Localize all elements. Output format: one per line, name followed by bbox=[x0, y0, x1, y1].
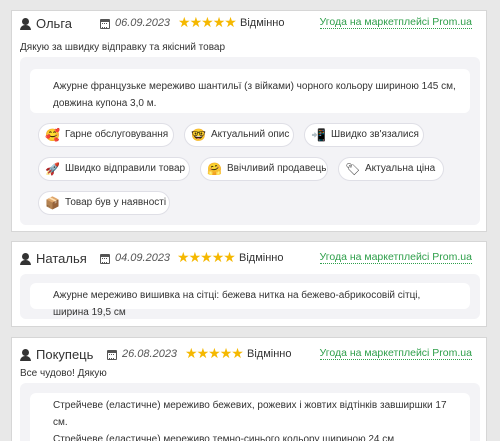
user-icon bbox=[20, 349, 31, 361]
star-icon: ★ bbox=[211, 249, 225, 265]
review-header: Ольга 06.09.2023 ★★★★★ Відмінно Угода на… bbox=[20, 11, 480, 35]
product-item[interactable]: Ажурне мереживо вишивка на сітці: бежева… bbox=[30, 283, 470, 318]
rating-text: Відмінно bbox=[247, 348, 292, 360]
star-icon: ★ bbox=[177, 249, 190, 265]
star-icon: ★ bbox=[178, 14, 191, 30]
review-date: 04.09.2023 bbox=[115, 252, 171, 264]
rating-text: Відмінно bbox=[239, 252, 284, 264]
marketplace-deal-link[interactable]: Угода на маркетплейсі Prom.ua bbox=[319, 17, 472, 29]
review-comment: Все чудово! Дякую bbox=[20, 368, 107, 379]
review-date: 06.09.2023 bbox=[115, 17, 171, 29]
review-header: Покупець 26.08.2023 ★★★★★ Відмінно Угода… bbox=[20, 342, 480, 366]
star-icon: ★ bbox=[231, 345, 244, 361]
review-tag: 🥰 Гарне обслуговування bbox=[38, 123, 174, 147]
marketplace-deal-link[interactable]: Угода на маркетплейсі Prom.ua bbox=[319, 252, 472, 264]
rating-stars: ★★★★★ bbox=[185, 345, 244, 362]
tag-label: Швидко зв'язалися bbox=[331, 129, 419, 140]
review-date: 26.08.2023 bbox=[122, 348, 178, 360]
star-icon: ★ bbox=[224, 14, 237, 30]
review-tag: 🤗 Ввічливий продавець bbox=[200, 157, 328, 181]
star-icon: ★ bbox=[223, 249, 236, 265]
rating-stars: ★★★★★ bbox=[177, 249, 236, 266]
star-icon: ★ bbox=[185, 345, 198, 361]
review-tag: 🚀 Швидко відправили товар bbox=[38, 157, 190, 181]
star-icon: ★ bbox=[196, 345, 210, 361]
reviewer-name: Ольга bbox=[36, 16, 73, 31]
tag-label: Товар був у наявності bbox=[65, 197, 167, 208]
star-icon: ★ bbox=[201, 14, 214, 30]
marketplace-deal-link[interactable]: Угода на маркетплейсі Prom.ua bbox=[319, 348, 472, 360]
rating-stars: ★★★★★ bbox=[178, 14, 237, 31]
calendar-icon bbox=[100, 19, 110, 29]
review-tag: 📲 Швидко зв'язалися bbox=[304, 123, 424, 147]
review-header: Наталья 04.09.2023 ★★★★★ Відмінно Угода … bbox=[20, 246, 480, 270]
review-details: Стрейчеве (еластичне) мереживо бежевих, … bbox=[20, 383, 480, 441]
rocket-icon: 🚀 bbox=[45, 162, 60, 176]
price-tag-icon: 🏷 bbox=[345, 162, 361, 176]
reviews-list: Ольга 06.09.2023 ★★★★★ Відмінно Угода на… bbox=[0, 0, 500, 441]
calendar-icon bbox=[100, 254, 110, 264]
review-tag: 📦 Товар був у наявності bbox=[38, 191, 170, 215]
review-details: Ажурне французьке мереживо шантильї (з в… bbox=[20, 57, 480, 225]
reviewer-name: Наталья bbox=[36, 251, 87, 266]
review-card: Ольга 06.09.2023 ★★★★★ Відмінно Угода на… bbox=[11, 10, 487, 232]
reviewer-name: Покупець bbox=[36, 347, 94, 362]
smile-hearts-icon: 🥰 bbox=[45, 128, 60, 142]
calendar-icon bbox=[107, 350, 117, 360]
tag-label: Гарне обслуговування bbox=[65, 129, 169, 140]
tag-label: Актуальний опис bbox=[211, 129, 290, 140]
user-icon bbox=[20, 253, 31, 265]
tag-label: Ввічливий продавець bbox=[227, 163, 327, 174]
product-list: Стрейчеве (еластичне) мереживо бежевих, … bbox=[30, 393, 470, 441]
review-tag: 🤓 Актуальний опис bbox=[184, 123, 294, 147]
star-icon: ★ bbox=[188, 249, 202, 265]
star-icon: ★ bbox=[208, 345, 221, 361]
product-item[interactable]: Стрейчеве (еластичне) мереживо бежевих, … bbox=[53, 397, 458, 431]
review-card: Наталья 04.09.2023 ★★★★★ Відмінно Угода … bbox=[11, 241, 487, 327]
nerd-face-icon: 🤓 bbox=[191, 128, 206, 142]
product-item[interactable]: Ажурне французьке мереживо шантильї (з в… bbox=[30, 69, 470, 113]
product-item[interactable]: Стрейчеве (еластичне) мереживо темно-син… bbox=[53, 431, 458, 441]
review-details: Ажурне мереживо вишивка на сітці: бежева… bbox=[20, 274, 480, 319]
hugging-face-icon: 🤗 bbox=[207, 162, 222, 176]
package-icon: 📦 bbox=[45, 196, 60, 210]
star-icon: ★ bbox=[212, 14, 226, 30]
star-icon: ★ bbox=[200, 249, 213, 265]
review-comment: Дякую за швидку відправку та якісний тов… bbox=[20, 42, 226, 53]
review-tag: 🏷 Актуальна ціна bbox=[338, 157, 444, 181]
tag-label: Актуальна ціна bbox=[365, 163, 436, 174]
phone-icon: 📲 bbox=[311, 128, 326, 142]
user-icon bbox=[20, 18, 31, 30]
star-icon: ★ bbox=[219, 345, 233, 361]
rating-text: Відмінно bbox=[240, 17, 285, 29]
tag-label: Швидко відправили товар bbox=[65, 163, 186, 174]
star-icon: ★ bbox=[189, 14, 203, 30]
review-card: Покупець 26.08.2023 ★★★★★ Відмінно Угода… bbox=[11, 337, 487, 441]
